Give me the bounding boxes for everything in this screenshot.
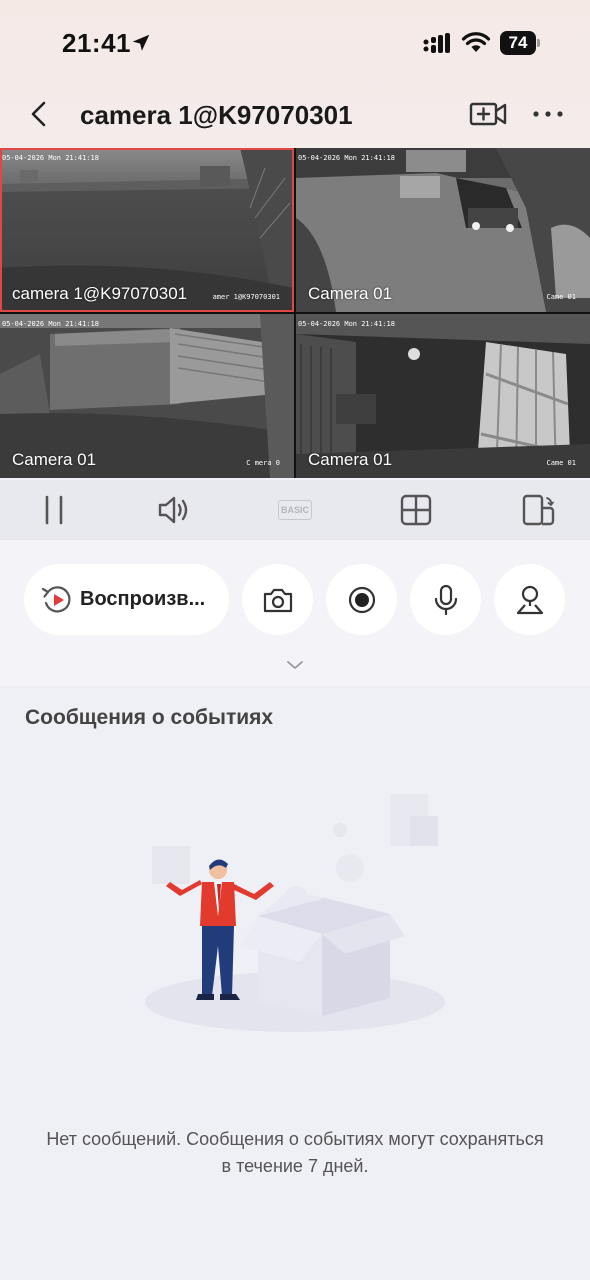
record-icon [348, 586, 375, 613]
camera-4-name: Camera 01 [308, 450, 393, 469]
playback-button[interactable]: Воспроизв... [24, 564, 229, 635]
camera-1-osd: amer 1@K97070301 [212, 293, 280, 301]
camera-icon [263, 588, 292, 612]
empty-state-message: Нет сообщений. Сообщения о событиях могу… [46, 1129, 544, 1176]
camera-tile-4[interactable]: 05-04-2026 Mon 21:41:18 Camera 01 Came 0… [296, 314, 590, 478]
nav-bar: camera 1@K97070301 [0, 88, 590, 142]
playback-icon [41, 585, 71, 612]
camera-tile-2[interactable]: 05-04-2026 Mon 21:41:18 Camera 01 Came 0… [296, 148, 590, 312]
camera-2-name: Camera 01 [308, 284, 393, 303]
playback-label: Воспроизв... [80, 588, 206, 610]
camera-1-name: camera 1@K97070301 [12, 284, 188, 303]
status-time: 21:41 [62, 28, 131, 58]
battery-nub [537, 39, 540, 47]
battery-level: 74 [500, 31, 536, 55]
chevron-down-icon[interactable] [285, 658, 305, 672]
camera-4-timestamp: 05-04-2026 Mon 21:41:18 [298, 320, 395, 328]
back-icon[interactable] [24, 98, 56, 130]
camera-1-timestamp: 05-04-2026 Mon 21:41:18 [2, 154, 99, 162]
page-title: camera 1@K97070301 [80, 100, 353, 130]
camera-3-osd: C mera 0 [246, 459, 280, 467]
camera-3-timestamp: 05-04-2026 Mon 21:41:18 [2, 320, 99, 328]
add-camera-icon[interactable] [468, 98, 508, 130]
cellular-signal-icon [423, 33, 450, 53]
ptz-icon [516, 585, 543, 614]
grid-layout-icon[interactable] [398, 494, 434, 526]
video-grid: 05-04-2026 Mon 21:41:18 camera 1@K970703… [0, 148, 590, 478]
snapshot-button[interactable] [242, 564, 313, 635]
empty-state-illustration [145, 794, 445, 1032]
top-area: 21:41 74 camera 1@K97070301 [0, 0, 590, 148]
lower-panel: Воспроизв... Сообщения о событиях Нет со… [0, 540, 590, 1280]
camera-tile-3[interactable]: 05-04-2026 Mon 21:41:18 Camera 01 C mera… [0, 314, 294, 478]
ptz-button[interactable] [494, 564, 565, 635]
status-bar: 21:41 74 [0, 0, 590, 80]
record-button[interactable] [326, 564, 397, 635]
pause-icon[interactable] [36, 494, 72, 526]
more-options-icon[interactable] [528, 102, 568, 126]
events-title: Сообщения о событиях [25, 706, 274, 729]
camera-3-name: Camera 01 [12, 450, 97, 469]
events-section: Сообщения о событиях Нет сообщений. Сооб… [0, 686, 590, 1280]
camera-tile-1[interactable]: 05-04-2026 Mon 21:41:18 camera 1@K970703… [0, 148, 294, 312]
basic-quality-button[interactable]: BASIC [278, 500, 312, 520]
sound-icon[interactable] [156, 494, 192, 526]
wifi-icon [461, 32, 491, 52]
camera-2-osd: Came 01 [546, 293, 576, 301]
talk-button[interactable] [410, 564, 481, 635]
camera-4-osd: Came 01 [546, 459, 576, 467]
battery-indicator: 74 [500, 31, 540, 55]
camera-2-timestamp: 05-04-2026 Mon 21:41:18 [298, 154, 395, 162]
action-row: Воспроизв... [0, 564, 590, 636]
rotate-screen-icon[interactable] [520, 494, 556, 526]
location-arrow-icon [132, 34, 150, 51]
microphone-icon [434, 584, 457, 615]
